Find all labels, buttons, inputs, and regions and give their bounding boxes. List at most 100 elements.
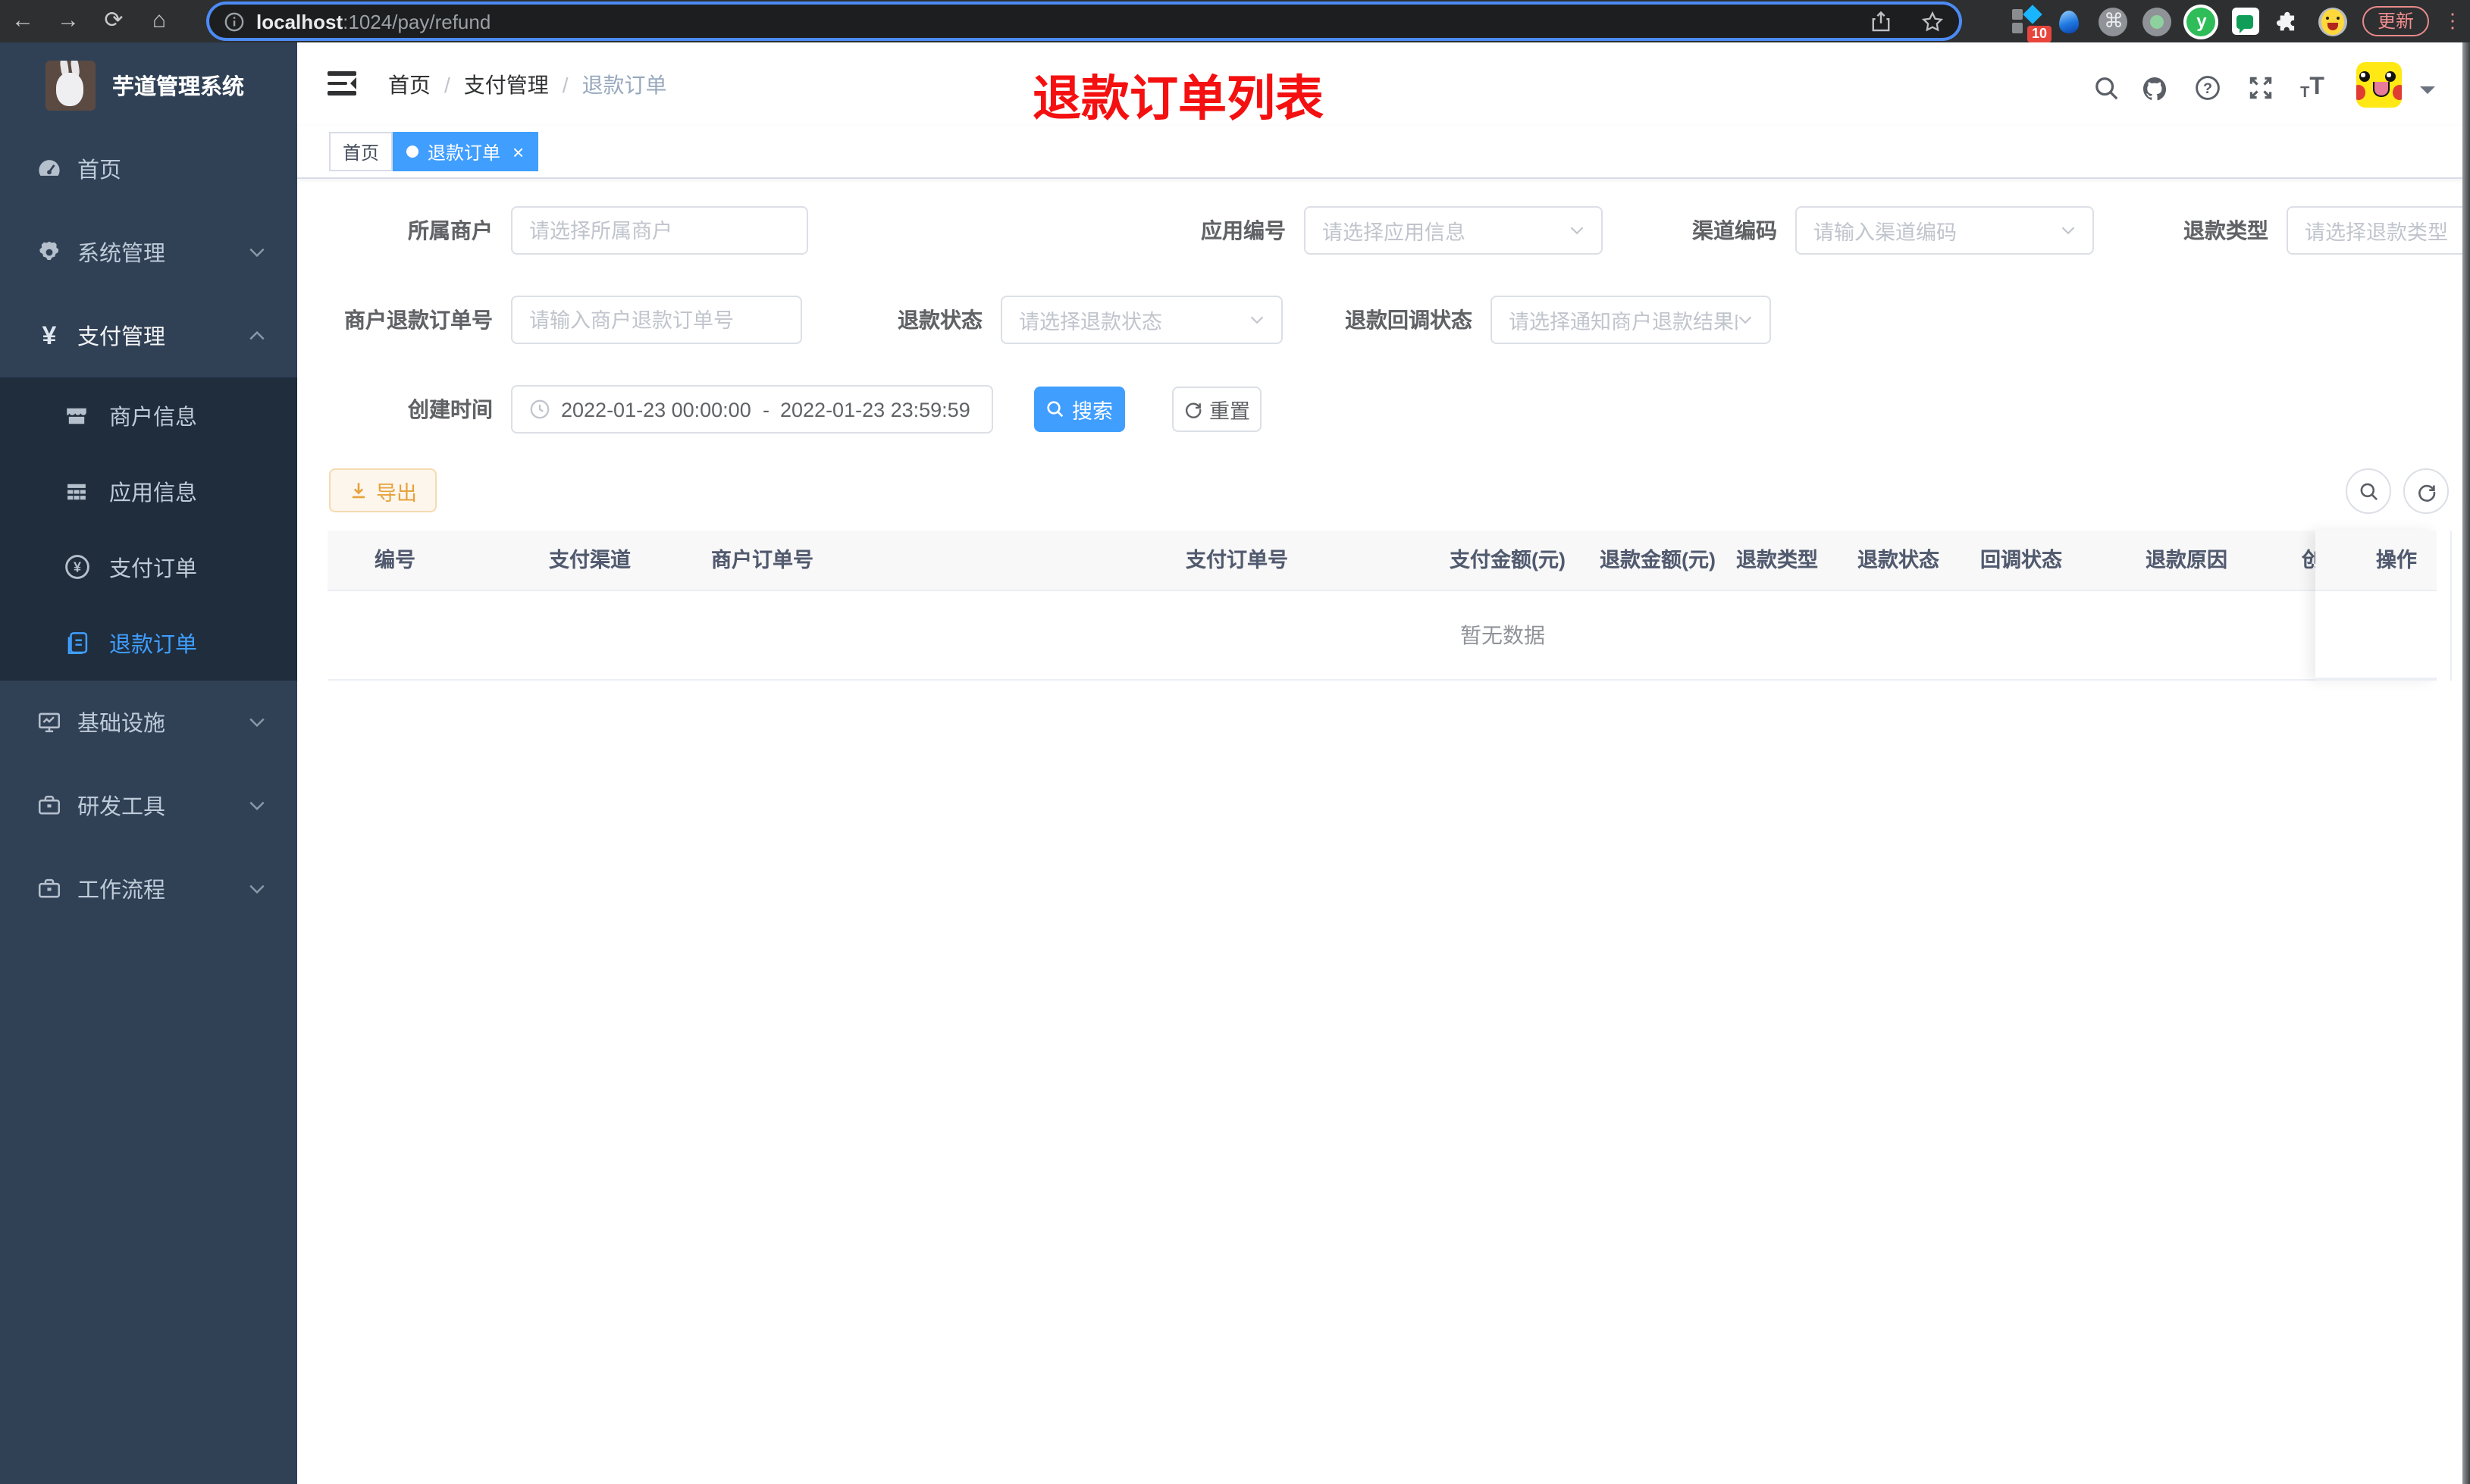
chevron-down-icon xyxy=(1249,315,1265,324)
user-avatar[interactable] xyxy=(2356,62,2402,108)
refresh-button[interactable] xyxy=(2403,468,2449,514)
chevron-down-icon xyxy=(1738,315,1753,324)
briefcase-icon xyxy=(35,876,64,902)
chevron-down-icon xyxy=(249,883,265,894)
merchant-input[interactable] xyxy=(511,206,808,255)
sidebar-item-label: 退款订单 xyxy=(109,633,197,657)
create-time-range-picker[interactable]: 2022-01-23 00:00:00 - 2022-01-23 23:59:5… xyxy=(511,385,993,434)
chevron-down-icon xyxy=(2061,226,2076,235)
tab-home[interactable]: 首页 xyxy=(329,132,393,171)
sidebar-item-app-info[interactable]: 应用信息 xyxy=(0,453,297,529)
refund-status-select[interactable]: 请选择退款状态 xyxy=(1001,296,1283,344)
col-callback-status[interactable]: 回调状态 xyxy=(1980,531,2062,591)
search-button[interactable]: 搜索 xyxy=(1034,387,1125,432)
sidebar-item-pay-order[interactable]: ¥ 支付订单 xyxy=(0,529,297,605)
breadcrumb-pay[interactable]: 支付管理 xyxy=(464,69,549,99)
reload-icon[interactable]: ⟳ xyxy=(91,0,136,42)
col-pay-channel[interactable]: 支付渠道 xyxy=(549,531,631,591)
bookmark-star-icon[interactable] xyxy=(1921,10,1944,33)
chevron-down-icon xyxy=(249,800,265,810)
breadcrumb: 首页 / 支付管理 / 退款订单 xyxy=(388,42,667,126)
browser-update-button[interactable]: 更新 xyxy=(2362,6,2429,36)
table-body: 暂无数据 xyxy=(328,591,2437,681)
callback-status-select[interactable]: 请选择通知商户退款结果的 xyxy=(1490,296,1771,344)
back-icon[interactable]: ← xyxy=(0,0,45,42)
shop-icon xyxy=(62,402,91,428)
command-extension-icon[interactable]: ⌘ xyxy=(2099,6,2129,36)
svg-text:¥: ¥ xyxy=(73,559,80,575)
main-area: 首页 / 支付管理 / 退款订单 退款订单列表 ? TT 首页 退款订单 × 所… xyxy=(297,42,2470,1484)
col-pay-order-no[interactable]: 支付订单号 xyxy=(1186,531,1288,591)
col-refund-reason[interactable]: 退款原因 xyxy=(2146,531,2227,591)
font-size-icon[interactable]: TT xyxy=(2299,74,2326,102)
sidebar-item-label: 商户信息 xyxy=(109,405,197,430)
empty-data-text: 暂无数据 xyxy=(1460,623,1545,647)
share-icon[interactable] xyxy=(1871,11,1891,32)
col-refund-type[interactable]: 退款类型 xyxy=(1736,531,1818,591)
filter-label-create-time: 创建时间 xyxy=(408,397,493,421)
start-date-value[interactable]: 2022-01-23 00:00:00 xyxy=(561,398,752,421)
page-info-icon[interactable] xyxy=(224,11,244,31)
end-date-value[interactable]: 2022-01-23 23:59:59 xyxy=(780,398,975,421)
app-no-select[interactable]: 请选择应用信息 xyxy=(1304,206,1603,255)
sidebar-item-pay[interactable]: ¥ 支付管理 xyxy=(0,294,297,377)
breadcrumb-home[interactable]: 首页 xyxy=(388,69,431,99)
screen: ← → ⟳ ⌂ localhost:1024/pay/refund 10 ⌘ … xyxy=(0,0,2470,1484)
col-refund-status[interactable]: 退款状态 xyxy=(1857,531,1939,591)
collapse-sidebar-icon[interactable] xyxy=(328,71,356,95)
window-edge xyxy=(2462,42,2470,1484)
close-tab-icon[interactable]: × xyxy=(512,140,524,163)
sidebar-item-workflow[interactable]: 工作流程 xyxy=(0,847,297,931)
filter-label-app-no: 应用编号 xyxy=(1201,218,1286,243)
chat-extension-icon[interactable] xyxy=(2230,6,2261,36)
user-menu-caret-icon[interactable] xyxy=(2420,86,2435,102)
yen-icon: ¥ xyxy=(42,321,57,349)
refund-type-select[interactable]: 请选择退款类型 xyxy=(2287,206,2470,255)
sidebar-item-dev-tools[interactable]: 研发工具 xyxy=(0,764,297,847)
fullscreen-icon[interactable] xyxy=(2247,74,2274,102)
profile-avatar-icon[interactable] xyxy=(2318,6,2349,36)
app-logo-row[interactable]: 芋道管理系统 xyxy=(0,42,297,127)
github-icon[interactable] xyxy=(2141,74,2168,102)
forward-icon[interactable]: → xyxy=(45,0,91,42)
merchant-input-field[interactable] xyxy=(529,219,790,242)
help-icon[interactable]: ? xyxy=(2194,74,2221,102)
col-action[interactable]: 操作 xyxy=(2315,531,2437,591)
gear-icon xyxy=(35,240,64,265)
sidebar-item-home[interactable]: 首页 xyxy=(0,127,297,211)
col-pay-amount[interactable]: 支付金额(元) xyxy=(1450,531,1566,591)
sidebar-item-label: 基础设施 xyxy=(77,712,165,737)
home-icon[interactable]: ⌂ xyxy=(136,0,182,42)
filter-label-merchant-refund-no: 商户退款订单号 xyxy=(344,308,493,332)
search-icon[interactable] xyxy=(2092,74,2120,102)
app-title: 芋道管理系统 xyxy=(112,75,244,99)
recorder-extension-icon[interactable] xyxy=(2142,6,2173,36)
table-header: 编号 支付渠道 商户订单号 支付订单号 支付金额(元) 退款金额(元) 退款类型… xyxy=(328,531,2437,591)
reset-button[interactable]: 重置 xyxy=(1172,387,1262,432)
sidebar-item-infra[interactable]: 基础设施 xyxy=(0,681,297,764)
briefcase-icon xyxy=(35,793,64,819)
col-id[interactable]: 编号 xyxy=(375,531,415,591)
browser-menu-icon[interactable]: ⋮ xyxy=(2443,9,2462,33)
sidebar-item-refund-order[interactable]: 退款订单 xyxy=(0,605,297,681)
extensions-puzzle-icon[interactable] xyxy=(2274,6,2305,36)
app-header: 首页 / 支付管理 / 退款订单 退款订单列表 ? TT xyxy=(297,42,2470,126)
col-merchant-order-no[interactable]: 商户订单号 xyxy=(711,531,813,591)
y-extension-icon[interactable]: y xyxy=(2186,6,2217,36)
export-button[interactable]: 导出 xyxy=(329,468,437,512)
sidebar-item-merchant-info[interactable]: 商户信息 xyxy=(0,377,297,453)
sidebar-item-system[interactable]: 系统管理 xyxy=(0,211,297,294)
merchant-refund-no-field[interactable] xyxy=(529,308,784,331)
bookmark-manager-extension-icon[interactable]: 10 xyxy=(2011,5,2052,42)
merchant-refund-no-input[interactable] xyxy=(511,296,802,344)
address-bar[interactable]: localhost:1024/pay/refund xyxy=(209,5,1959,38)
gem-extension-icon[interactable] xyxy=(2055,6,2085,36)
channel-code-select[interactable]: 请输入渠道编码 xyxy=(1795,206,2094,255)
col-refund-amount[interactable]: 退款金额(元) xyxy=(1600,531,1716,591)
yen-circle-icon: ¥ xyxy=(62,553,91,581)
toggle-search-button[interactable] xyxy=(2346,468,2391,514)
tab-refund-order[interactable]: 退款订单 × xyxy=(393,132,538,171)
pay-submenu: 商户信息 应用信息 ¥ 支付订单 退款订单 xyxy=(0,377,297,681)
svg-text:?: ? xyxy=(2203,80,2212,97)
breadcrumb-current: 退款订单 xyxy=(581,72,667,96)
